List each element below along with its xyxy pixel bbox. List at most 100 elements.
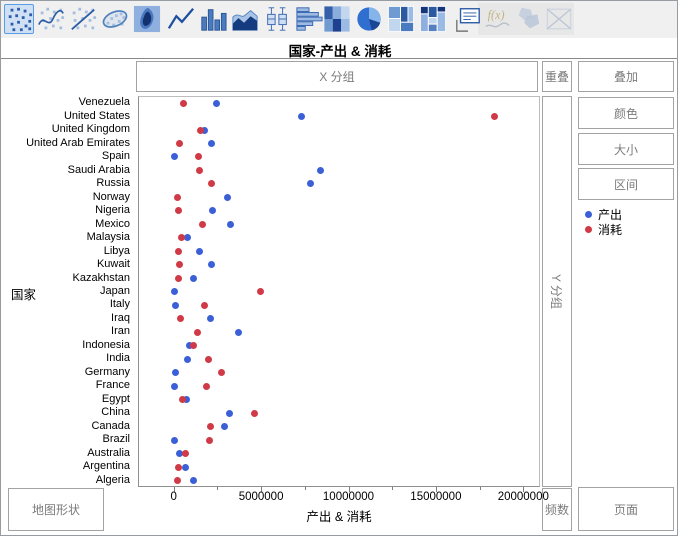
toolbar-icon-ellipse[interactable] bbox=[100, 4, 130, 34]
toolbar-icon-formula: f(x) bbox=[482, 4, 512, 34]
point-output-Iraq[interactable] bbox=[207, 315, 214, 322]
y-axis-label: United States bbox=[1, 111, 134, 122]
point-output-Iran[interactable] bbox=[235, 329, 242, 336]
x-axis-title: 产出 & 消耗 bbox=[138, 506, 540, 525]
y-axis-label: Kazakhstan bbox=[1, 273, 134, 284]
point-consumption-Indonesia[interactable] bbox=[190, 342, 197, 349]
drop-zone-map-shape[interactable]: 地图形状 bbox=[8, 488, 104, 531]
x-axis-tick-label: 15000000 bbox=[391, 491, 481, 503]
point-output-Libya[interactable] bbox=[196, 248, 203, 255]
toolbar-icon-line-of-fit[interactable] bbox=[68, 4, 98, 34]
drop-zone-size-label: 大小 bbox=[614, 141, 638, 158]
drop-zone-page-label: 页面 bbox=[614, 501, 638, 518]
point-consumption-United-Kingdom[interactable] bbox=[197, 127, 204, 134]
drop-zone-interval-label: 区间 bbox=[614, 176, 638, 193]
toolbar-icon-line[interactable] bbox=[166, 4, 196, 34]
point-consumption-Canada[interactable] bbox=[207, 423, 214, 430]
point-consumption-Norway[interactable] bbox=[174, 194, 181, 201]
drop-zone-color[interactable]: 颜色 bbox=[578, 97, 674, 129]
legend-item-consumption[interactable]: 消耗 bbox=[585, 223, 622, 237]
y-axis-label: Australia bbox=[1, 448, 134, 459]
drop-zone-x-group[interactable]: X 分组 bbox=[136, 61, 538, 92]
legend-item-output[interactable]: 产出 bbox=[585, 207, 622, 221]
toolbar-icon-binned-shapes bbox=[513, 4, 543, 34]
y-axis-label: Russia bbox=[1, 178, 134, 189]
y-axis-label: Indonesia bbox=[1, 340, 134, 351]
point-consumption-Algeria[interactable] bbox=[174, 477, 181, 484]
y-axis-label: United Arab Emirates bbox=[1, 138, 134, 149]
point-consumption-Australia[interactable] bbox=[182, 450, 189, 457]
toolbar-icon-pie[interactable] bbox=[354, 4, 384, 34]
point-output-Kazakhstan[interactable] bbox=[190, 275, 197, 282]
drop-zone-size[interactable]: 大小 bbox=[578, 133, 674, 165]
point-output-Venezuela[interactable] bbox=[213, 100, 220, 107]
point-consumption-United-Arab-Emirates[interactable] bbox=[176, 140, 183, 147]
y-axis-label: Germany bbox=[1, 367, 134, 378]
point-output-Algeria[interactable] bbox=[190, 477, 197, 484]
y-axis-label: Argentina bbox=[1, 461, 134, 472]
x-axis-tick-label: 5000000 bbox=[216, 491, 306, 503]
toolbar-icon-contour[interactable] bbox=[132, 4, 162, 34]
drop-zone-interval[interactable]: 区间 bbox=[578, 168, 674, 200]
toolbar-icon-bar[interactable] bbox=[198, 4, 228, 34]
y-axis-label: Norway bbox=[1, 192, 134, 203]
x-axis-minor-tick bbox=[392, 487, 393, 490]
toolbar-icon-smoother[interactable] bbox=[36, 4, 66, 34]
point-consumption-Brazil[interactable] bbox=[206, 437, 213, 444]
y-axis-label: Mexico bbox=[1, 219, 134, 230]
x-axis-minor-tick bbox=[217, 487, 218, 490]
y-axis-label: Nigeria bbox=[1, 205, 134, 216]
point-output-Japan[interactable] bbox=[171, 288, 178, 295]
toolbar-icon-mosaic[interactable] bbox=[418, 4, 448, 34]
point-consumption-Venezuela[interactable] bbox=[180, 100, 187, 107]
point-consumption-United-States[interactable] bbox=[491, 113, 498, 120]
point-output-India[interactable] bbox=[184, 356, 191, 363]
toolbar-icon-heatmap[interactable] bbox=[322, 4, 352, 34]
legend-marker-icon bbox=[585, 211, 592, 218]
toolbar-icon-box-plot[interactable] bbox=[262, 4, 292, 34]
point-output-Mexico[interactable] bbox=[227, 221, 234, 228]
point-output-France[interactable] bbox=[171, 383, 178, 390]
drop-zone-map-shape-label: 地图形状 bbox=[32, 501, 80, 518]
y-axis-label: Canada bbox=[1, 421, 134, 432]
point-consumption-Kazakhstan[interactable] bbox=[175, 275, 182, 282]
point-output-Saudi-Arabia[interactable] bbox=[317, 167, 324, 174]
y-axis-label: Iran bbox=[1, 326, 134, 337]
y-axis-label: Algeria bbox=[1, 475, 134, 486]
legend-label: 产出 bbox=[598, 206, 622, 223]
x-axis-tick-label: 20000000 bbox=[478, 491, 568, 503]
y-axis-label: Spain bbox=[1, 151, 134, 162]
drop-zone-y-group-label: Y 分组 bbox=[549, 274, 566, 309]
drop-zone-overlay[interactable]: 叠加 bbox=[578, 61, 674, 92]
drop-zone-x-group-label: X 分组 bbox=[319, 68, 354, 85]
svg-text:f(x): f(x) bbox=[488, 8, 505, 22]
point-output-Argentina[interactable] bbox=[182, 464, 189, 471]
y-axis-label: Venezuela bbox=[1, 97, 134, 108]
toolbar-icon-parallel bbox=[544, 4, 574, 34]
y-axis-label: France bbox=[1, 380, 134, 391]
legend-label: 消耗 bbox=[598, 221, 622, 238]
drop-zone-page[interactable]: 页面 bbox=[578, 487, 674, 531]
point-consumption-India[interactable] bbox=[205, 356, 212, 363]
y-axis-label: Japan bbox=[1, 286, 134, 297]
toolbar-icon-points[interactable] bbox=[4, 4, 34, 34]
toolbar-icon-area[interactable] bbox=[230, 4, 260, 34]
point-output-China[interactable] bbox=[226, 410, 233, 417]
drop-zone-overlap[interactable]: 重叠 bbox=[542, 61, 572, 92]
point-consumption-Saudi-Arabia[interactable] bbox=[196, 167, 203, 174]
toolbar-icon-caption-box[interactable] bbox=[453, 4, 483, 34]
point-output-Canada[interactable] bbox=[221, 423, 228, 430]
point-output-Italy[interactable] bbox=[172, 302, 179, 309]
y-axis-label: Italy bbox=[1, 299, 134, 310]
drop-zone-y-group[interactable]: Y 分组 bbox=[542, 96, 572, 487]
toolbar-icon-histogram[interactable] bbox=[294, 4, 324, 34]
toolbar-icon-treemap[interactable] bbox=[386, 4, 416, 34]
toolbar: f(x) bbox=[1, 1, 678, 38]
point-consumption-Libya[interactable] bbox=[175, 248, 182, 255]
point-consumption-Italy[interactable] bbox=[201, 302, 208, 309]
point-consumption-Egypt[interactable] bbox=[179, 396, 186, 403]
point-consumption-Iran[interactable] bbox=[194, 329, 201, 336]
point-output-Brazil[interactable] bbox=[171, 437, 178, 444]
drop-zone-overlap-label: 重叠 bbox=[545, 68, 569, 85]
y-axis-label: Iraq bbox=[1, 313, 134, 324]
